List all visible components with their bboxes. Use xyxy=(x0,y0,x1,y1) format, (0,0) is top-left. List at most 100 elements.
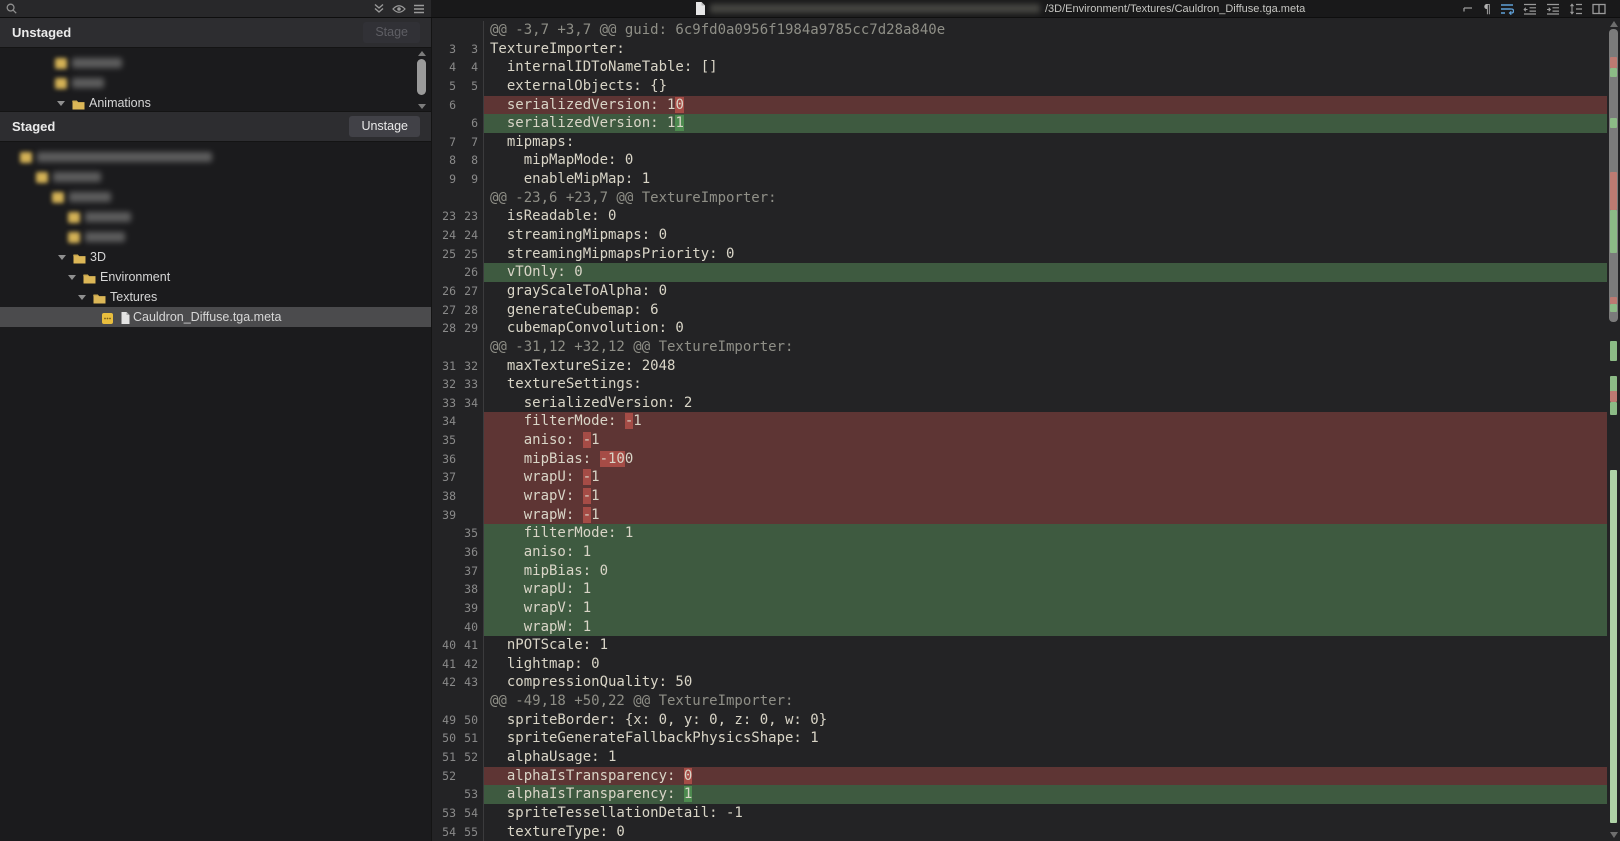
scrollbar-added-marker xyxy=(1610,376,1617,392)
diff-line-removed: 52 alphaIsTransparency: 0 xyxy=(432,767,1607,786)
search-input[interactable] xyxy=(23,2,367,16)
old-line-number: 32 xyxy=(432,375,456,394)
code-text: internalIDToNameTable: [] xyxy=(483,58,1607,77)
split-view-icon[interactable] xyxy=(1592,2,1606,16)
code-text: cubemapConvolution: 0 xyxy=(483,319,1607,338)
code-text: serializedVersion: 11 xyxy=(483,114,1607,133)
tree-item-redacted[interactable] xyxy=(0,73,431,93)
old-line-number: 34 xyxy=(432,412,456,431)
stage-button[interactable]: Stage xyxy=(363,22,420,43)
scroll-down-arrow-icon[interactable] xyxy=(1610,832,1618,838)
redacted-label xyxy=(72,58,122,68)
tree-item-folder[interactable]: Textures xyxy=(0,287,431,307)
menu-icon[interactable] xyxy=(413,2,425,16)
old-line-number: 38 xyxy=(432,487,456,506)
changed-chars-highlight: 0 xyxy=(675,97,683,113)
diff-line-removed: 39 wrapW: -1 xyxy=(432,506,1607,525)
hunk-header-row: @@ -31,12 +32,12 @@ TextureImporter: xyxy=(432,338,1607,357)
diff-line-added: 36 aniso: 1 xyxy=(432,543,1607,562)
pilcrow-icon[interactable]: ¶ xyxy=(1483,2,1491,16)
scrollbar-added-marker xyxy=(1610,210,1617,253)
scrollbar-added-marker xyxy=(1610,470,1617,823)
expander-triangle-icon[interactable] xyxy=(58,255,66,260)
tree-item-redacted[interactable] xyxy=(0,167,431,187)
new-line-number: 25 xyxy=(456,245,478,264)
old-line-number xyxy=(432,21,456,40)
tree-item-label: Animations xyxy=(89,96,151,110)
old-line-number xyxy=(432,599,456,618)
diff-title-bar: /3D/Environment/Textures/Cauldron_Diffus… xyxy=(431,0,1620,18)
scrollbar-removed-marker xyxy=(1610,57,1617,68)
expander-triangle-icon[interactable] xyxy=(78,295,86,300)
hunk-header-text: @@ -3,7 +3,7 @@ guid: 6c9fd0a0956f1984a9… xyxy=(483,21,1607,40)
new-line-number: 51 xyxy=(456,729,478,748)
new-line-number: 43 xyxy=(456,673,478,692)
tree-item-redacted[interactable] xyxy=(0,207,431,227)
file-icon xyxy=(695,2,705,16)
tree-item-folder[interactable]: Environment xyxy=(0,267,431,287)
new-line-number: 36 xyxy=(456,543,478,562)
unindent-icon[interactable] xyxy=(1523,2,1537,16)
old-line-number xyxy=(432,189,456,208)
code-text: externalObjects: {} xyxy=(483,77,1607,96)
hunk-header-row: @@ -23,6 +23,7 @@ TextureImporter: xyxy=(432,189,1607,208)
old-line-number xyxy=(432,785,456,804)
old-line-number: 3 xyxy=(432,40,456,59)
staged-section-header: Staged Unstage xyxy=(0,112,431,142)
dash-icon[interactable] xyxy=(1462,2,1474,16)
expander-triangle-icon[interactable] xyxy=(57,101,65,106)
new-line-number: 33 xyxy=(456,375,478,394)
new-line-number: 38 xyxy=(456,580,478,599)
line-spacing-icon[interactable] xyxy=(1569,2,1583,16)
old-line-number xyxy=(432,338,456,357)
new-line-number: 34 xyxy=(456,394,478,413)
changed-chars-highlight: - xyxy=(583,507,591,523)
code-text: compressionQuality: 50 xyxy=(483,673,1607,692)
tree-item-folder[interactable]: 3D xyxy=(0,247,431,267)
old-line-number: 4 xyxy=(432,58,456,77)
old-line-number xyxy=(432,580,456,599)
indent-icon[interactable] xyxy=(1546,2,1560,16)
eye-icon[interactable] xyxy=(392,2,406,16)
redacted-label xyxy=(53,172,101,182)
unstage-button[interactable]: Unstage xyxy=(349,116,420,137)
diff-line-added: 35 filterMode: 1 xyxy=(432,524,1607,543)
modified-badge-icon xyxy=(102,311,113,329)
diff-pane: @@ -3,7 +3,7 @@ guid: 6c9fd0a0956f1984a9… xyxy=(431,18,1607,841)
code-text: wrapV: 1 xyxy=(483,599,1607,618)
diff-line-context: 5051 spriteGenerateFallbackPhysicsShape:… xyxy=(432,729,1607,748)
new-line-number: 23 xyxy=(456,207,478,226)
code-text: textureSettings: xyxy=(483,375,1607,394)
code-text: isReadable: 0 xyxy=(483,207,1607,226)
tree-item-folder[interactable]: Animations xyxy=(0,93,431,112)
tree-item-redacted[interactable] xyxy=(0,187,431,207)
new-line-number xyxy=(456,21,478,40)
staged-file-tree: 3DEnvironmentTexturesCauldron_Diffuse.tg… xyxy=(0,142,431,841)
redacted-folder-icon xyxy=(68,232,80,243)
diff-line-context: 99 enableMipMap: 1 xyxy=(432,170,1607,189)
tree-item-redacted[interactable] xyxy=(0,53,431,73)
tree-item-redacted[interactable] xyxy=(0,227,431,247)
diff-line-added: 40 wrapW: 1 xyxy=(432,618,1607,637)
code-text: spriteBorder: {x: 0, y: 0, z: 0, w: 0} xyxy=(483,711,1607,730)
diff-line-context: 88 mipMapMode: 0 xyxy=(432,151,1607,170)
new-line-number: 8 xyxy=(456,151,478,170)
word-wrap-icon[interactable] xyxy=(1500,2,1514,16)
diff-line-context: 33TextureImporter: xyxy=(432,40,1607,59)
double-chevron-down-icon[interactable] xyxy=(373,2,385,16)
tree-item-redacted[interactable] xyxy=(0,147,431,167)
tree-item-file[interactable]: Cauldron_Diffuse.tga.meta xyxy=(0,307,431,327)
old-line-number: 8 xyxy=(432,151,456,170)
old-line-number: 23 xyxy=(432,207,456,226)
code-text: streamingMipmaps: 0 xyxy=(483,226,1607,245)
old-line-number: 9 xyxy=(432,170,456,189)
diff-scrollbar[interactable] xyxy=(1607,18,1620,841)
expander-triangle-icon[interactable] xyxy=(68,275,76,280)
redacted-label xyxy=(72,78,104,88)
scroll-up-arrow-icon[interactable] xyxy=(1610,21,1618,27)
diff-line-context: 2525 streamingMipmapsPriority: 0 xyxy=(432,245,1607,264)
diff-line-added: 53 alphaIsTransparency: 1 xyxy=(432,785,1607,804)
scrollbar-added-marker xyxy=(1610,341,1617,361)
old-line-number: 49 xyxy=(432,711,456,730)
diff-line-context: 2829 cubemapConvolution: 0 xyxy=(432,319,1607,338)
